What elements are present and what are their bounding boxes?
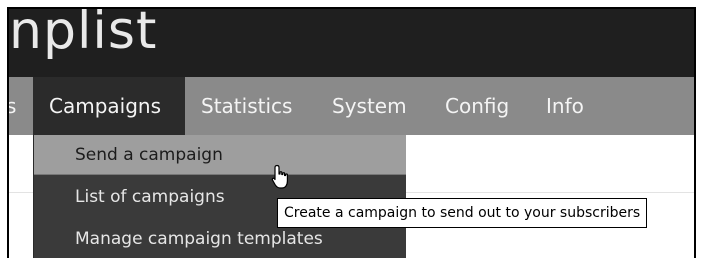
app-window: nplist s Campaigns Statistics System Con… (7, 7, 696, 258)
nav-item-system[interactable]: System (332, 77, 407, 135)
content-divider (405, 192, 694, 193)
nav-item-statistics[interactable]: Statistics (201, 77, 292, 135)
nav-item-campaigns[interactable]: Campaigns (33, 77, 185, 135)
app-logo: nplist (9, 7, 158, 61)
main-nav: s Campaigns Statistics System Config Inf… (9, 77, 694, 135)
campaigns-dropdown-menu: Send a campaign List of campaigns Manage… (33, 135, 406, 258)
content-divider (9, 192, 33, 193)
nav-item-partial[interactable]: s (9, 77, 16, 135)
nav-item-info[interactable]: Info (546, 77, 584, 135)
menu-item-send-campaign[interactable]: Send a campaign (34, 135, 406, 175)
tooltip: Create a campaign to send out to your su… (277, 198, 648, 228)
app-header: nplist (9, 9, 694, 77)
hand-pointer-icon (271, 164, 288, 189)
nav-item-config[interactable]: Config (445, 77, 509, 135)
